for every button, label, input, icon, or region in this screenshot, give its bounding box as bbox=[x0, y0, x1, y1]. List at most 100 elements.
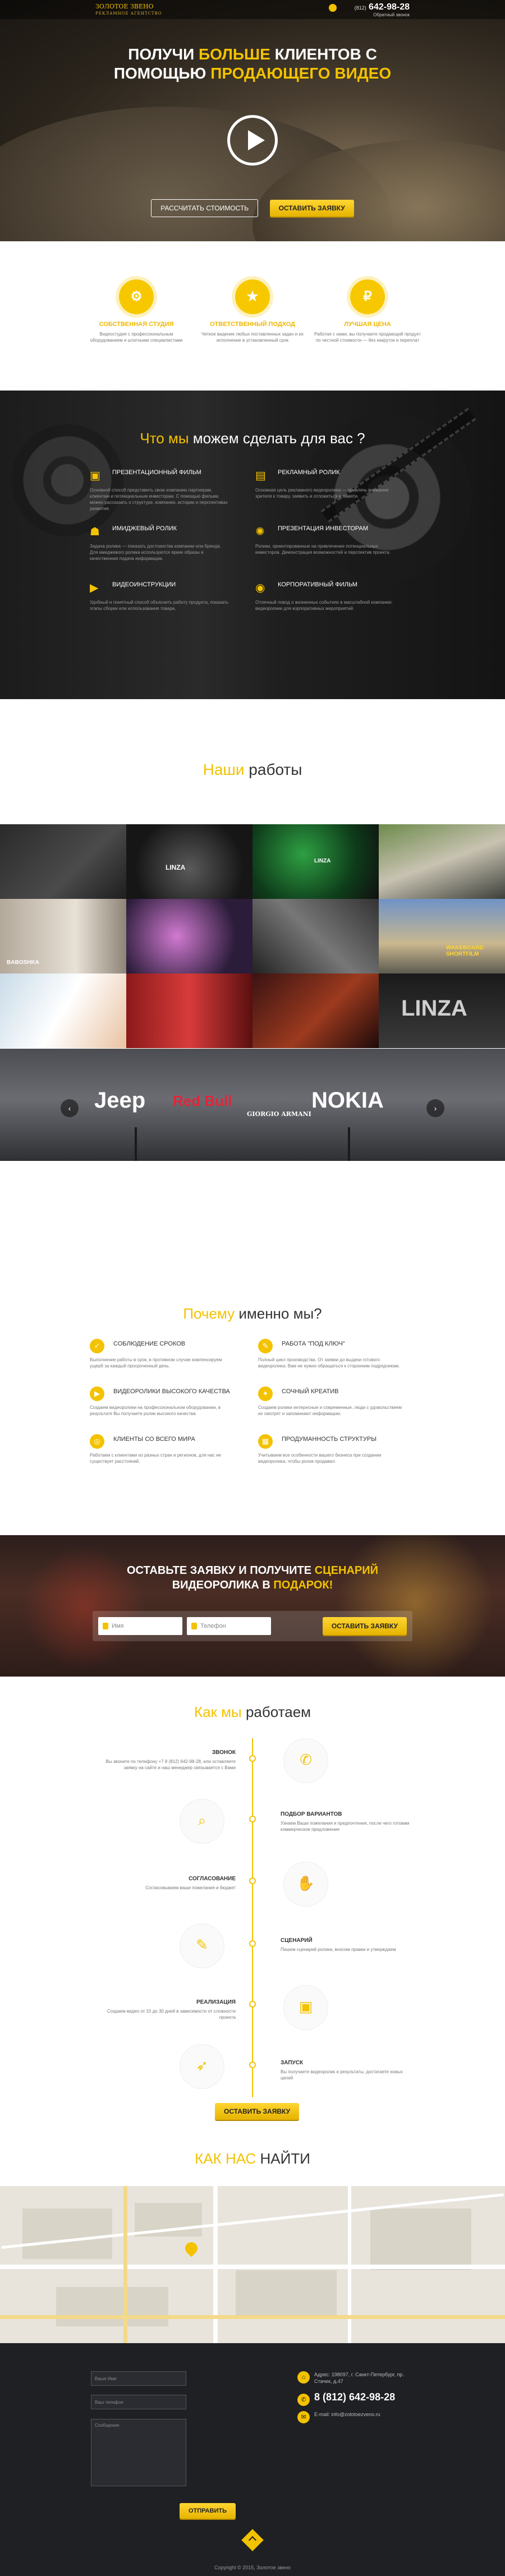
why-item: ◎ Клиенты со всего мира Работаем с клиен… bbox=[90, 1434, 236, 1464]
feature-title: Лучшая цена bbox=[344, 321, 391, 328]
work-thumbnail[interactable]: LINZA bbox=[126, 824, 252, 899]
work-thumbnail[interactable] bbox=[126, 974, 252, 1048]
features-section: ⚙ Собственная студия Видеостудия с профе… bbox=[0, 241, 505, 391]
why-item-title: Продуманность структуры bbox=[282, 1436, 377, 1443]
service-item: ◉ Корпоративный фильм Отличный повод о ж… bbox=[255, 581, 396, 612]
process-step: Реализация Создаем видео от 10 до 30 дне… bbox=[107, 1999, 236, 2020]
pencil-icon: ✎ bbox=[180, 1923, 224, 1968]
process-step: Запуск Вы получаете видеоролик и результ… bbox=[281, 2060, 403, 2081]
callback-link[interactable]: Обратный звонок bbox=[355, 12, 410, 17]
work-thumbnail[interactable]: BABOSHKA bbox=[0, 899, 126, 974]
footer-phone-input[interactable]: Ваш телефон bbox=[91, 2395, 186, 2409]
service-item: ▣ Презентационный фильм Основной способ … bbox=[90, 469, 230, 512]
chevron-left-icon[interactable]: ‹ bbox=[61, 1099, 79, 1117]
medal-icon: ₽ bbox=[350, 279, 385, 314]
submit-request-button[interactable]: Оставить заявку bbox=[322, 1617, 407, 1635]
footer-address: Адрес: 198097, г. Санкт-Петербург, пр. С… bbox=[314, 2372, 404, 2384]
name-input[interactable]: Имя bbox=[98, 1617, 182, 1635]
process-step: Сценарий Пишем сценарий ролика, вносим п… bbox=[281, 1937, 396, 1952]
feature-title: Ответственный подход bbox=[209, 321, 296, 328]
process-step: Звонок Вы звоните по телефону +7 8 (812)… bbox=[105, 1750, 236, 1770]
process-title: Как мы работаем bbox=[194, 1703, 311, 1720]
feature-studio: ⚙ Собственная студия Видеостудия с профе… bbox=[83, 279, 190, 343]
why-item: ▶ Видеоролики высокого качества Создаем … bbox=[90, 1386, 236, 1417]
logo[interactable]: ЗОЛОТОЕ ЗВЕНО РЕКЛАМНОЕ АГЕНТСТВО bbox=[95, 3, 162, 17]
map-pin-icon[interactable] bbox=[182, 2239, 200, 2257]
email-icon: ✉ bbox=[297, 2411, 310, 2423]
service-desc: Задача ролика — показать достоинства ком… bbox=[90, 544, 221, 561]
feature-price: ₽ Лучшая цена Работая с нами, вы получае… bbox=[314, 279, 421, 343]
clapper-icon: ▤ bbox=[255, 470, 266, 482]
service-desc: Отличный повод о жизненных событиях в ма… bbox=[255, 600, 393, 611]
play-video-button[interactable] bbox=[227, 115, 278, 166]
request-form: Имя Телефон Оставить заявку bbox=[93, 1611, 412, 1641]
camera-icon: ⚙ bbox=[119, 279, 154, 314]
film-icon: ▣ bbox=[283, 1985, 328, 2030]
why-title: Почему именно мы? bbox=[183, 1305, 322, 1322]
timeline-line bbox=[252, 1738, 253, 2097]
phone-number[interactable]: 642-98-28 bbox=[369, 2, 410, 12]
search-icon: ⌕ bbox=[180, 1799, 224, 1844]
work-thumbnail[interactable]: LINZA bbox=[379, 974, 505, 1048]
why-item-desc: Создаем видеоролики на профессиональном … bbox=[90, 1405, 221, 1416]
star-icon: ✦ bbox=[258, 1386, 273, 1401]
service-desc: Удобный и понятный способ объяснить рабо… bbox=[90, 600, 229, 611]
works-title: Наши работы bbox=[203, 761, 302, 778]
work-thumbnail[interactable] bbox=[0, 824, 126, 899]
footer-send-button[interactable]: Отправить bbox=[180, 2503, 236, 2519]
feature-desc: Работая с нами, вы получаете продающий п… bbox=[314, 332, 421, 343]
footer-email[interactable]: E-mail: info@zolotoezveno.ru bbox=[314, 2412, 380, 2417]
footer-message-textarea[interactable]: Сообщение bbox=[91, 2419, 186, 2486]
work-thumbnail[interactable] bbox=[252, 899, 379, 974]
why-item: ✎ Работа "под ключ" Полный цикл производ… bbox=[258, 1339, 404, 1369]
why-us-section: Почему именно мы? ✓ Соблюдение сроков Вы… bbox=[0, 1266, 505, 1535]
service-item: ▤ Рекламный ролик Основная цель рекламно… bbox=[255, 469, 396, 499]
service-title: Презентация инвесторам bbox=[278, 525, 368, 532]
work-thumbnail[interactable]: WAKEBOARD SHORTFILM bbox=[379, 899, 505, 974]
reel-icon: ✺ bbox=[255, 526, 265, 538]
phone-input[interactable]: Телефон bbox=[187, 1617, 271, 1635]
service-title: Презентационный фильм bbox=[112, 469, 201, 476]
why-item-title: Сочный креатив bbox=[282, 1388, 339, 1395]
footer: Ваше Имя Ваш телефон Сообщение Отправить… bbox=[0, 2343, 505, 2576]
chevron-right-icon[interactable]: › bbox=[426, 1099, 444, 1117]
brand-logo-redbull: Red Bull bbox=[173, 1092, 232, 1109]
why-item-desc: Работаем с клиентами из разных стран и р… bbox=[90, 1453, 221, 1464]
calculate-cost-button[interactable]: Рассчитать стоимость bbox=[151, 199, 259, 217]
work-thumbnail[interactable] bbox=[0, 974, 126, 1048]
location-icon: ⌂ bbox=[297, 2371, 310, 2384]
clock-icon: ✓ bbox=[90, 1339, 104, 1353]
service-item: ✺ Презентация инвесторам Ролики, ориенти… bbox=[255, 525, 396, 555]
footer-name-input[interactable]: Ваше Имя bbox=[91, 2371, 186, 2386]
phone-code: (812) bbox=[354, 5, 366, 11]
client-logos-carousel: ‹ › Jeep Red Bull GIORGIO ARMANI NOKIA bbox=[0, 1049, 505, 1161]
why-item-desc: Учитываем все особенности вашего бизнеса… bbox=[258, 1453, 382, 1464]
process-request-button[interactable]: Оставить заявку bbox=[215, 2103, 300, 2120]
footer-phone[interactable]: 8 (812) 642-98-28 bbox=[314, 2391, 395, 2403]
services-title: Что мы можем сделать для вас ? bbox=[140, 430, 365, 447]
phone-icon: ✆ bbox=[283, 1738, 328, 1783]
why-item-title: Клиенты со всего мира bbox=[113, 1436, 195, 1443]
service-title: Рекламный ролик bbox=[278, 469, 340, 476]
work-thumbnail[interactable]: LINZA bbox=[252, 824, 379, 899]
map[interactable] bbox=[0, 2186, 505, 2343]
structure-icon: ▦ bbox=[258, 1434, 273, 1449]
leave-request-button[interactable]: Оставить заявку bbox=[269, 200, 354, 217]
handshake-icon: ✋ bbox=[283, 1862, 328, 1907]
copyright: Copyright © 2015, Золотое звено bbox=[214, 2565, 291, 2570]
video-camera-icon: ☗ bbox=[90, 526, 100, 538]
service-item: ▶ Видеоинструкции Удобный и понятный спо… bbox=[90, 581, 230, 612]
footer-contacts: ⌂ Адрес: 198097, г. Санкт-Петербург, пр. … bbox=[297, 2371, 410, 2427]
feature-responsible: ★ Ответственный подход Четкое видение лю… bbox=[199, 279, 306, 343]
service-title: Имиджевый ролик bbox=[112, 525, 177, 532]
why-item-title: Видеоролики высокого качества bbox=[113, 1388, 230, 1395]
work-thumbnail[interactable] bbox=[126, 899, 252, 974]
feature-title: Собственная студия bbox=[99, 321, 174, 328]
scroll-top-button[interactable] bbox=[241, 2529, 264, 2551]
work-thumbnail[interactable] bbox=[379, 824, 505, 899]
services-section: Что мы можем сделать для вас ? ▣ Презент… bbox=[0, 391, 505, 699]
why-item-desc: Создаем ролики интересные и современные,… bbox=[258, 1405, 402, 1416]
projector-icon: ◉ bbox=[255, 582, 265, 594]
phone-icon bbox=[329, 4, 337, 12]
work-thumbnail[interactable] bbox=[252, 974, 379, 1048]
